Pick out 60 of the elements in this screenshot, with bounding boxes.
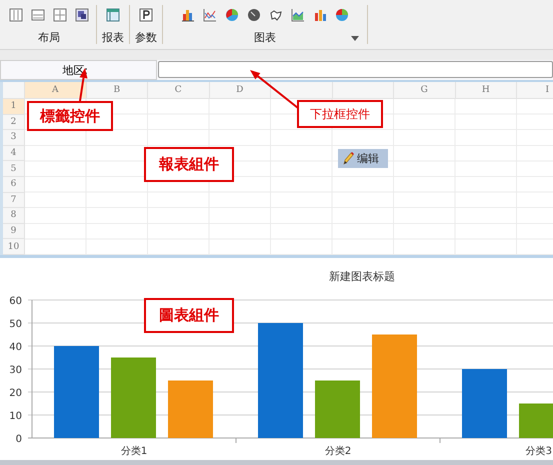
row-header[interactable]: 8	[3, 208, 25, 224]
row-header[interactable]: 10	[3, 239, 25, 255]
category-label: 分类1	[120, 446, 148, 457]
axis-tick-label: 30	[9, 365, 22, 376]
parameter-icon[interactable]	[139, 8, 153, 22]
line-chart-icon[interactable]	[203, 8, 217, 22]
axis-tick-label: 60	[9, 296, 22, 307]
column-header[interactable]: I	[517, 82, 553, 99]
table-icon[interactable]	[106, 8, 120, 22]
map-icon[interactable]	[269, 8, 283, 22]
row-header[interactable]: 9	[3, 224, 25, 240]
bar	[315, 380, 360, 438]
group-label: 图表	[254, 30, 276, 46]
column-header[interactable]: G	[394, 82, 456, 99]
row-header[interactable]: 2	[3, 114, 25, 130]
gauge-icon[interactable]	[247, 8, 261, 22]
chart-title: 新建图表标题	[329, 270, 395, 283]
column-header[interactable]: H	[456, 82, 517, 99]
bar	[519, 404, 553, 438]
bar-chart-icon[interactable]	[181, 8, 195, 22]
axis-tick-label: 20	[9, 388, 22, 399]
arrow	[250, 70, 299, 109]
axis-tick-label: 40	[9, 342, 22, 353]
pie-chart-icon[interactable]	[335, 8, 349, 22]
bar	[462, 369, 507, 438]
category-label: 分类2	[324, 446, 352, 457]
row-header[interactable]: 7	[3, 192, 25, 208]
axis-tick-label: 10	[9, 411, 22, 422]
column-header[interactable]	[271, 82, 332, 99]
pie-chart-icon[interactable]	[225, 8, 239, 22]
dropdown-field[interactable]	[158, 61, 553, 78]
pencil-icon	[342, 152, 354, 166]
column-header[interactable]: D	[210, 82, 271, 99]
callout-label: 標籤控件	[27, 101, 113, 131]
row-header[interactable]: 1	[3, 99, 25, 115]
stacked-bar-icon[interactable]	[313, 8, 327, 22]
row-header[interactable]: 5	[3, 161, 25, 177]
column-header[interactable]: C	[148, 82, 210, 99]
row-header[interactable]: 6	[3, 176, 25, 193]
layout-icon[interactable]	[31, 8, 45, 22]
group-label: 报表	[102, 30, 124, 46]
layout-icon[interactable]	[9, 8, 23, 22]
caret-icon[interactable]	[351, 36, 359, 41]
layout-icon[interactable]	[53, 8, 67, 22]
bar	[168, 380, 213, 438]
callout-label: 下拉框控件	[297, 100, 383, 128]
axis-tick-label: 0	[16, 434, 22, 445]
axis-tick-label: 50	[9, 319, 22, 330]
row-header[interactable]: 4	[3, 146, 25, 162]
row-header[interactable]: 3	[3, 130, 25, 146]
callout-label: 圖表組件	[144, 298, 234, 333]
layers-icon[interactable]	[75, 8, 89, 22]
group-label: 布局	[38, 30, 60, 46]
callout-label: 報表組件	[144, 147, 234, 182]
column-header[interactable]: A	[25, 82, 86, 99]
column-header[interactable]: B	[86, 82, 148, 99]
category-label: 分类3	[526, 446, 552, 457]
area-chart-icon[interactable]	[291, 8, 305, 22]
edit-button[interactable]: 编辑	[338, 149, 388, 168]
group-label: 参数	[135, 30, 157, 46]
